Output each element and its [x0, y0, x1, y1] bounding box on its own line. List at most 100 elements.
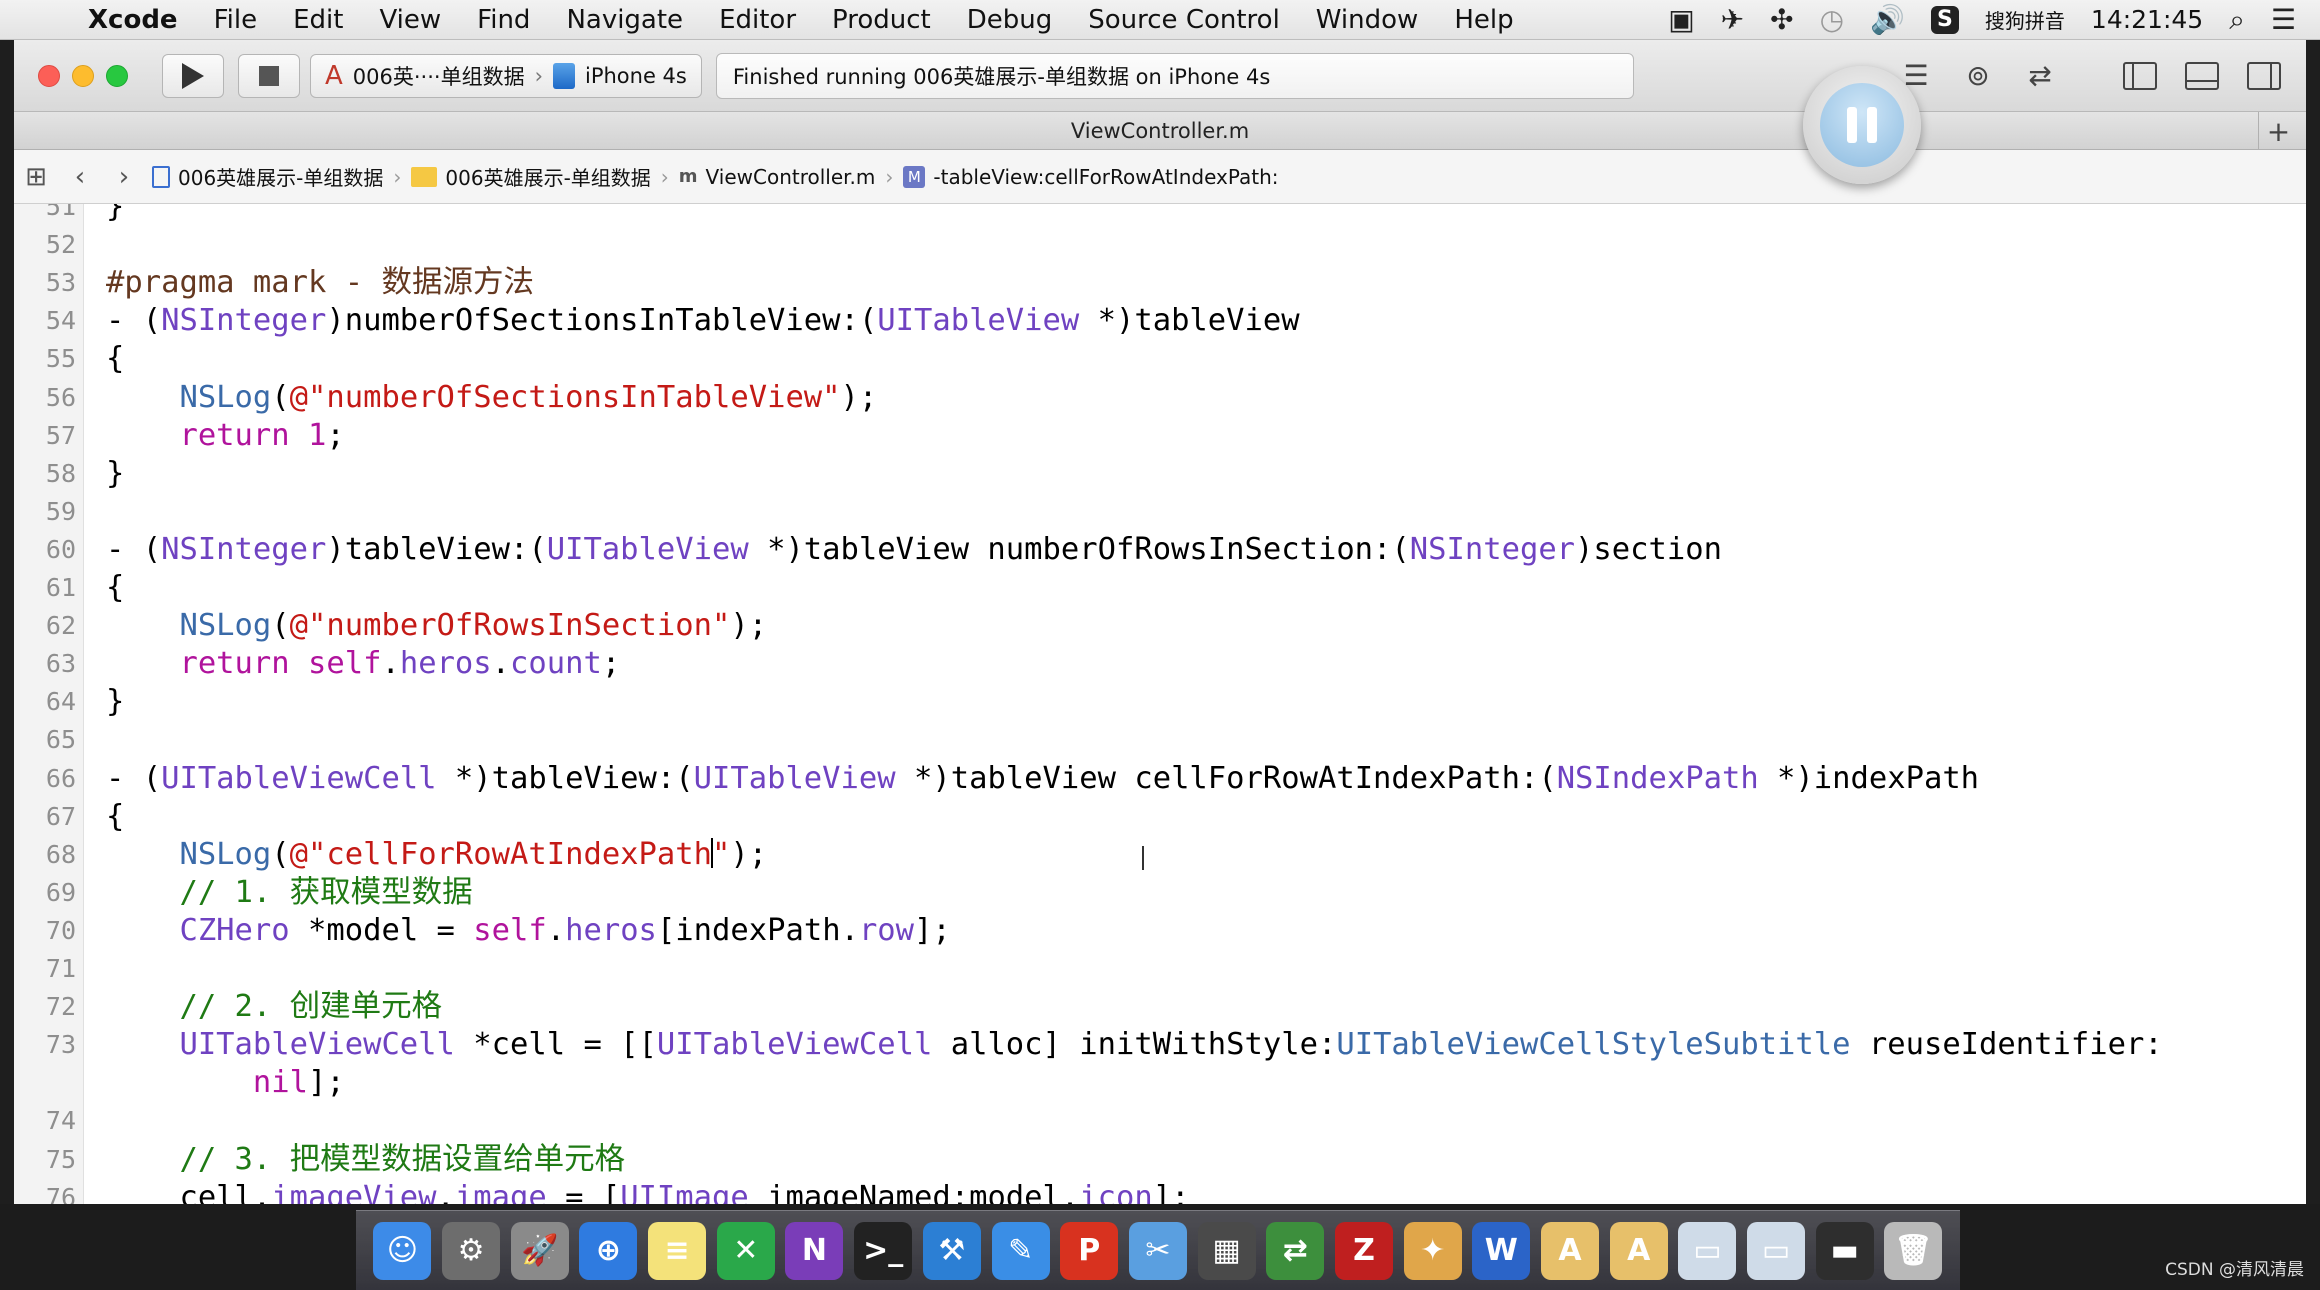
code-line[interactable]: 60 - (NSInteger)tableView:(UITableView *)… — [14, 532, 2306, 568]
screenshot-tool-icon[interactable]: ✂ — [1128, 1221, 1187, 1280]
code-line[interactable]: 59 — [14, 494, 2306, 530]
line-number: 54 — [45, 306, 76, 336]
breadcrumb-group[interactable]: 006英雄展示-单组数据 — [405, 162, 656, 191]
menu-find[interactable]: Find — [459, 5, 548, 35]
input-method-label[interactable]: 搜狗拼音 — [1985, 5, 2065, 34]
code-line[interactable]: 64} — [14, 684, 2306, 720]
code-text: { — [106, 341, 125, 377]
safari-icon[interactable]: ⊕ — [579, 1221, 638, 1280]
forward-arrow-icon[interactable]: › — [102, 162, 146, 192]
document-app-icon[interactable]: A — [1541, 1221, 1600, 1280]
code-line[interactable]: 67 { — [14, 799, 2306, 835]
code-line[interactable]: 76 cell.imageView.image = [UIImage image… — [14, 1180, 2306, 1204]
breadcrumb-method[interactable]: M -tableView:cellForRowAtIndexPath: — [897, 165, 1284, 189]
recording-pause-button[interactable] — [1803, 66, 1921, 184]
toggle-utilities-button[interactable] — [2242, 56, 2286, 96]
stop-button[interactable] — [238, 53, 300, 98]
related-items-icon[interactable]: ⊞ — [14, 162, 58, 192]
app-icon-blue[interactable]: ✦ — [1403, 1221, 1462, 1280]
code-line[interactable]: 54 - (NSInteger)numberOfSectionsInTableVi… — [14, 303, 2306, 339]
code-line[interactable]: 74 — [14, 1103, 2306, 1139]
folder-icon — [411, 166, 438, 187]
code-line[interactable]: 52 — [14, 227, 2306, 263]
menu-source-control[interactable]: Source Control — [1070, 5, 1298, 35]
code-line[interactable]: 68 NSLog(@"cellForRowAtIndexPath"); — [14, 837, 2306, 873]
airplane-icon[interactable]: ✈ — [1721, 3, 1744, 36]
line-number: 58 — [45, 458, 76, 488]
code-line[interactable]: 58} — [14, 456, 2306, 492]
input-method-icon[interactable]: S — [1930, 5, 1959, 34]
back-arrow-icon[interactable]: ‹ — [58, 162, 102, 192]
network-icon[interactable]: ✣ — [1770, 3, 1793, 36]
menu-edit[interactable]: Edit — [275, 5, 361, 35]
word-icon[interactable]: W — [1472, 1221, 1531, 1280]
code-line[interactable]: nil]; — [14, 1065, 2306, 1101]
spotlight-search-icon[interactable]: ⌕ — [2229, 3, 2245, 37]
code-line[interactable]: 66 - (UITableViewCell *)tableView:(UITabl… — [14, 761, 2306, 797]
breadcrumb-file[interactable]: m ViewController.m — [673, 165, 882, 189]
notes-icon[interactable]: ≡ — [648, 1221, 707, 1280]
code-line[interactable]: 72 // 2. 创建单元格 — [14, 989, 2306, 1025]
xcode-icon[interactable]: ⚒ — [922, 1221, 981, 1280]
menu-view[interactable]: View — [361, 5, 459, 35]
onenote-icon[interactable]: N — [785, 1221, 844, 1280]
window-close-button[interactable] — [38, 64, 60, 87]
trash-icon[interactable]: 🗑 — [1884, 1221, 1943, 1280]
display-icon[interactable]: ▬ — [1815, 1221, 1874, 1280]
menu-file[interactable]: File — [196, 5, 276, 35]
scheme-selector[interactable]: A 006英····单组数据 › iPhone 4s — [310, 53, 702, 98]
add-tab-button[interactable]: + — [2258, 112, 2298, 150]
mouse-ibeam-cursor — [1142, 846, 1144, 870]
menu-navigate[interactable]: Navigate — [548, 5, 701, 35]
menu-help[interactable]: Help — [1436, 5, 1531, 35]
code-text: #pragma mark - 数据源方法 — [106, 265, 534, 301]
menu-editor[interactable]: Editor — [701, 5, 814, 35]
menu-product[interactable]: Product — [814, 5, 949, 35]
launchpad-icon[interactable]: 🚀 — [510, 1221, 569, 1280]
window-preview-icon[interactable]: ▭ — [1678, 1221, 1737, 1280]
filezilla-icon[interactable]: Z — [1334, 1221, 1393, 1280]
xmind-icon[interactable]: ✕ — [716, 1221, 775, 1280]
code-line[interactable]: 73 UITableViewCell *cell = [[UITableView… — [14, 1027, 2306, 1063]
code-line[interactable]: 70 CZHero *model = self.heros[indexPath.… — [14, 913, 2306, 949]
ftp-client-icon[interactable]: ⇄ — [1266, 1221, 1325, 1280]
source-editor[interactable]: 51} 52 53 #pragma mark - 数据源方法 54 - (NSIntege… — [14, 204, 2306, 1204]
assistant-editor-icon[interactable]: ⊚ — [1956, 56, 2000, 96]
menu-window[interactable]: Window — [1298, 5, 1437, 35]
finder-icon[interactable]: ☺ — [373, 1221, 432, 1280]
system-preferences-icon[interactable]: ⚙ — [442, 1221, 501, 1280]
window-zoom-button[interactable] — [106, 64, 128, 87]
code-line[interactable]: 53 #pragma mark - 数据源方法 — [14, 265, 2306, 301]
menu-clock[interactable]: 14:21:45 — [2091, 5, 2203, 34]
code-line[interactable]: 63 return self.heros.count; — [14, 646, 2306, 682]
toggle-navigator-button[interactable] — [2118, 56, 2162, 96]
code-line[interactable]: 62 NSLog(@"numberOfRowsInSection"); — [14, 608, 2306, 644]
notification-center-icon[interactable]: ☰ — [2271, 3, 2296, 36]
run-button[interactable] — [162, 53, 224, 98]
version-editor-icon[interactable]: ⇄ — [2018, 56, 2062, 96]
screen-recorder-icon[interactable]: ▣ — [1668, 3, 1694, 36]
code-line[interactable]: 69 // 1. 获取模型数据 — [14, 875, 2306, 911]
breadcrumb-project[interactable]: 006英雄展示-单组数据 — [146, 162, 389, 191]
code-line[interactable]: 65 — [14, 722, 2306, 758]
code-line[interactable]: 51} — [14, 204, 2306, 225]
menu-debug[interactable]: Debug — [949, 5, 1071, 35]
instruments-icon[interactable]: ✎ — [991, 1221, 1050, 1280]
document-app-icon-2[interactable]: A — [1609, 1221, 1668, 1280]
code-line[interactable]: 75 // 3. 把模型数据设置给单元格 — [14, 1142, 2306, 1178]
window-minimize-button[interactable] — [72, 64, 94, 87]
code-line[interactable]: 71 — [14, 951, 2306, 987]
tab-viewcontroller-m[interactable]: ViewController.m — [1071, 119, 1249, 143]
pdf-reader-icon[interactable]: P — [1060, 1221, 1119, 1280]
code-line[interactable]: 55 { — [14, 341, 2306, 377]
window-preview-icon-2[interactable]: ▭ — [1747, 1221, 1806, 1280]
code-line[interactable]: 57 return 1; — [14, 418, 2306, 454]
code-line[interactable]: 61 { — [14, 570, 2306, 606]
code-line[interactable]: 56 NSLog(@"numberOfSectionsInTableView")… — [14, 380, 2306, 416]
movie-maker-icon[interactable]: ▦ — [1197, 1221, 1256, 1280]
terminal-icon[interactable]: >_ — [854, 1221, 913, 1280]
volume-icon[interactable]: 🔊 — [1870, 3, 1905, 36]
menu-app-xcode[interactable]: Xcode — [70, 5, 196, 35]
time-machine-icon[interactable]: ◷ — [1820, 3, 1844, 36]
toggle-debug-area-button[interactable] — [2180, 56, 2224, 96]
